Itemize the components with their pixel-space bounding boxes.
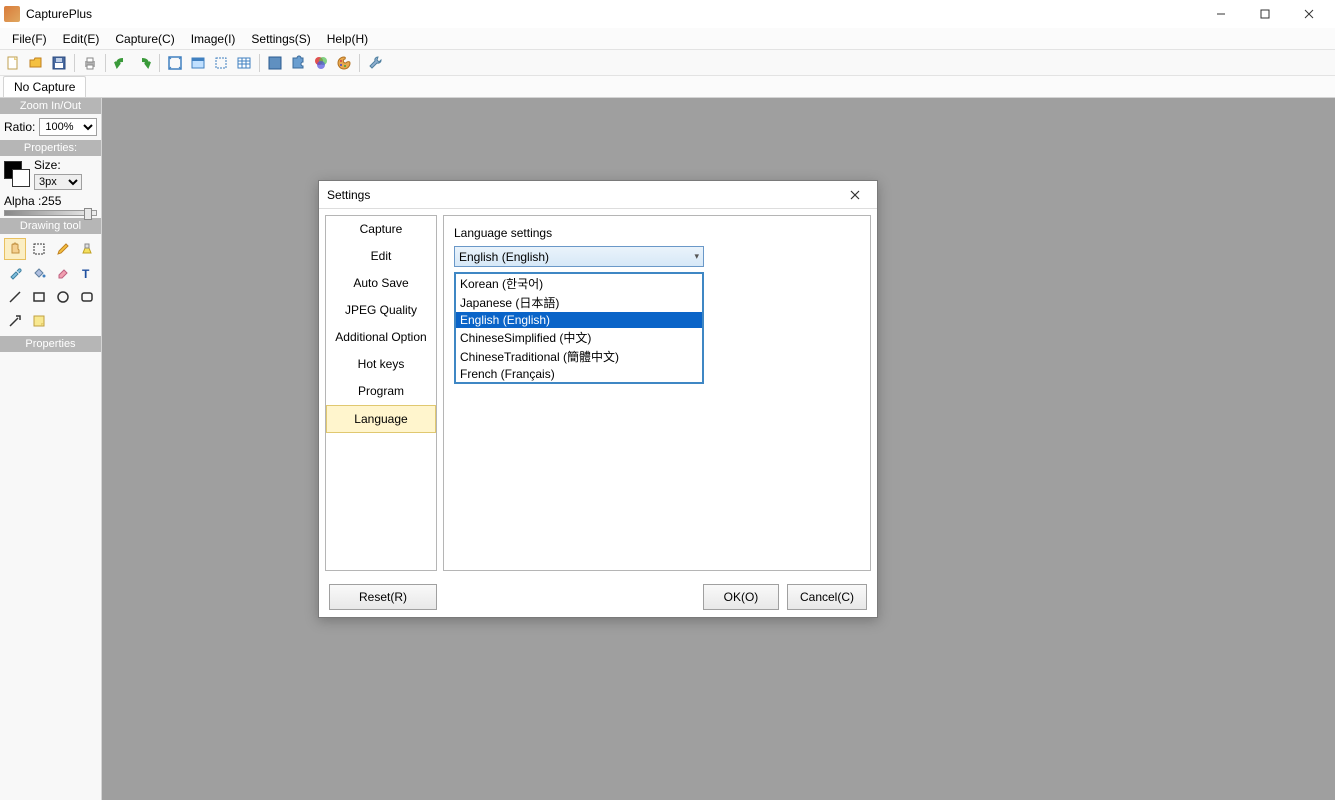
lang-option-chinese-simplified[interactable]: ChineseSimplified (中文)	[456, 328, 702, 347]
wrench-icon[interactable]	[365, 53, 385, 73]
menu-edit[interactable]: Edit(E)	[55, 30, 108, 48]
tabbar: No Capture	[0, 76, 1335, 98]
dialog-title: Settings	[327, 188, 841, 202]
print-icon[interactable]	[80, 53, 100, 73]
window-icon[interactable]	[188, 53, 208, 73]
open-icon[interactable]	[26, 53, 46, 73]
language-dropdown: Korean (한국어) Japanese (日本語) English (Eng…	[454, 272, 704, 384]
minimize-button[interactable]	[1199, 0, 1243, 28]
toolbar-separator	[74, 54, 75, 72]
region-icon[interactable]	[211, 53, 231, 73]
settings-nav: Capture Edit Auto Save JPEG Quality Addi…	[325, 215, 437, 571]
new-icon[interactable]	[3, 53, 23, 73]
menu-help[interactable]: Help(H)	[319, 30, 376, 48]
save-icon[interactable]	[49, 53, 69, 73]
note-tool-icon[interactable]	[28, 310, 50, 332]
menu-capture[interactable]: Capture(C)	[107, 30, 182, 48]
color-icon[interactable]	[311, 53, 331, 73]
titlebar: CapturePlus	[0, 0, 1335, 28]
eraser-tool-icon[interactable]	[52, 262, 74, 284]
arrow-tool-icon[interactable]	[4, 310, 26, 332]
nav-jpeg[interactable]: JPEG Quality	[326, 297, 436, 324]
close-button[interactable]	[1287, 0, 1331, 28]
menu-file[interactable]: File(F)	[4, 30, 55, 48]
ratio-label: Ratio:	[4, 120, 35, 134]
nav-additional[interactable]: Additional Option	[326, 324, 436, 351]
nav-capture[interactable]: Capture	[326, 216, 436, 243]
rect-tool-icon[interactable]	[28, 286, 50, 308]
drawing-header: Drawing tool	[0, 218, 101, 234]
zoom-header: Zoom In/Out	[0, 98, 101, 114]
toolbar-separator	[259, 54, 260, 72]
settings-dialog: Settings Capture Edit Auto Save JPEG Qua…	[318, 180, 878, 618]
fit-icon[interactable]	[265, 53, 285, 73]
chevron-down-icon: ▾	[694, 251, 699, 262]
undo-icon[interactable]	[111, 53, 131, 73]
line-tool-icon[interactable]	[4, 286, 26, 308]
hand-tool-icon[interactable]	[4, 238, 26, 260]
app-title: CapturePlus	[26, 7, 1199, 21]
lang-option-french[interactable]: French (Français)	[456, 366, 702, 382]
drawing-tool-grid: T	[0, 234, 101, 336]
bucket-tool-icon[interactable]	[28, 262, 50, 284]
circle-tool-icon[interactable]	[52, 286, 74, 308]
puzzle-icon[interactable]	[288, 53, 308, 73]
roundrect-tool-icon[interactable]	[76, 286, 98, 308]
language-selected-value: English (English)	[459, 250, 549, 264]
highlighter-tool-icon[interactable]	[76, 238, 98, 260]
nav-language[interactable]: Language	[326, 405, 436, 433]
lang-option-korean[interactable]: Korean (한국어)	[456, 274, 702, 293]
bg-color-swatch[interactable]	[12, 169, 30, 187]
reset-button[interactable]: Reset(R)	[329, 584, 437, 610]
lang-option-chinese-traditional[interactable]: ChineseTraditional (簡體中文)	[456, 347, 702, 366]
nav-autosave[interactable]: Auto Save	[326, 270, 436, 297]
pencil-tool-icon[interactable]	[52, 238, 74, 260]
dialog-close-button[interactable]	[841, 185, 869, 205]
cancel-button[interactable]: Cancel(C)	[787, 584, 867, 610]
menu-image[interactable]: Image(I)	[183, 30, 244, 48]
dialog-footer: Reset(R) OK(O) Cancel(C)	[319, 577, 877, 617]
nav-program[interactable]: Program	[326, 378, 436, 405]
size-label: Size:	[34, 158, 82, 172]
sidebar: Zoom In/Out Ratio: 100% Properties: Size…	[0, 98, 102, 800]
properties2-header: Properties	[0, 336, 101, 352]
ok-button[interactable]: OK(O)	[703, 584, 779, 610]
nav-edit[interactable]: Edit	[326, 243, 436, 270]
tab-no-capture[interactable]: No Capture	[3, 76, 86, 97]
maximize-button[interactable]	[1243, 0, 1287, 28]
language-combobox[interactable]: English (English) ▾	[454, 246, 704, 267]
toolbar-separator	[359, 54, 360, 72]
text-tool-icon[interactable]: T	[76, 262, 98, 284]
alpha-label: Alpha :255	[4, 194, 61, 208]
palette-icon[interactable]	[334, 53, 354, 73]
properties-header: Properties:	[0, 140, 101, 156]
grid-icon[interactable]	[234, 53, 254, 73]
alpha-slider[interactable]	[4, 210, 97, 216]
eyedropper-tool-icon[interactable]	[4, 262, 26, 284]
toolbar	[0, 50, 1335, 76]
menubar: File(F) Edit(E) Capture(C) Image(I) Sett…	[0, 28, 1335, 50]
fullscreen-icon[interactable]	[165, 53, 185, 73]
app-icon	[4, 6, 20, 22]
svg-text:T: T	[82, 267, 90, 281]
nav-hotkeys[interactable]: Hot keys	[326, 351, 436, 378]
lang-option-english[interactable]: English (English)	[456, 312, 702, 328]
settings-content: Language settings English (English) ▾ Ko…	[443, 215, 871, 571]
ratio-select[interactable]: 100%	[39, 118, 97, 136]
lang-option-japanese[interactable]: Japanese (日本語)	[456, 293, 702, 312]
menu-settings[interactable]: Settings(S)	[243, 30, 318, 48]
size-select[interactable]: 3px	[34, 174, 82, 190]
toolbar-separator	[105, 54, 106, 72]
language-settings-label: Language settings	[454, 226, 860, 240]
toolbar-separator	[159, 54, 160, 72]
redo-icon[interactable]	[134, 53, 154, 73]
dialog-titlebar: Settings	[319, 181, 877, 209]
select-tool-icon[interactable]	[28, 238, 50, 260]
